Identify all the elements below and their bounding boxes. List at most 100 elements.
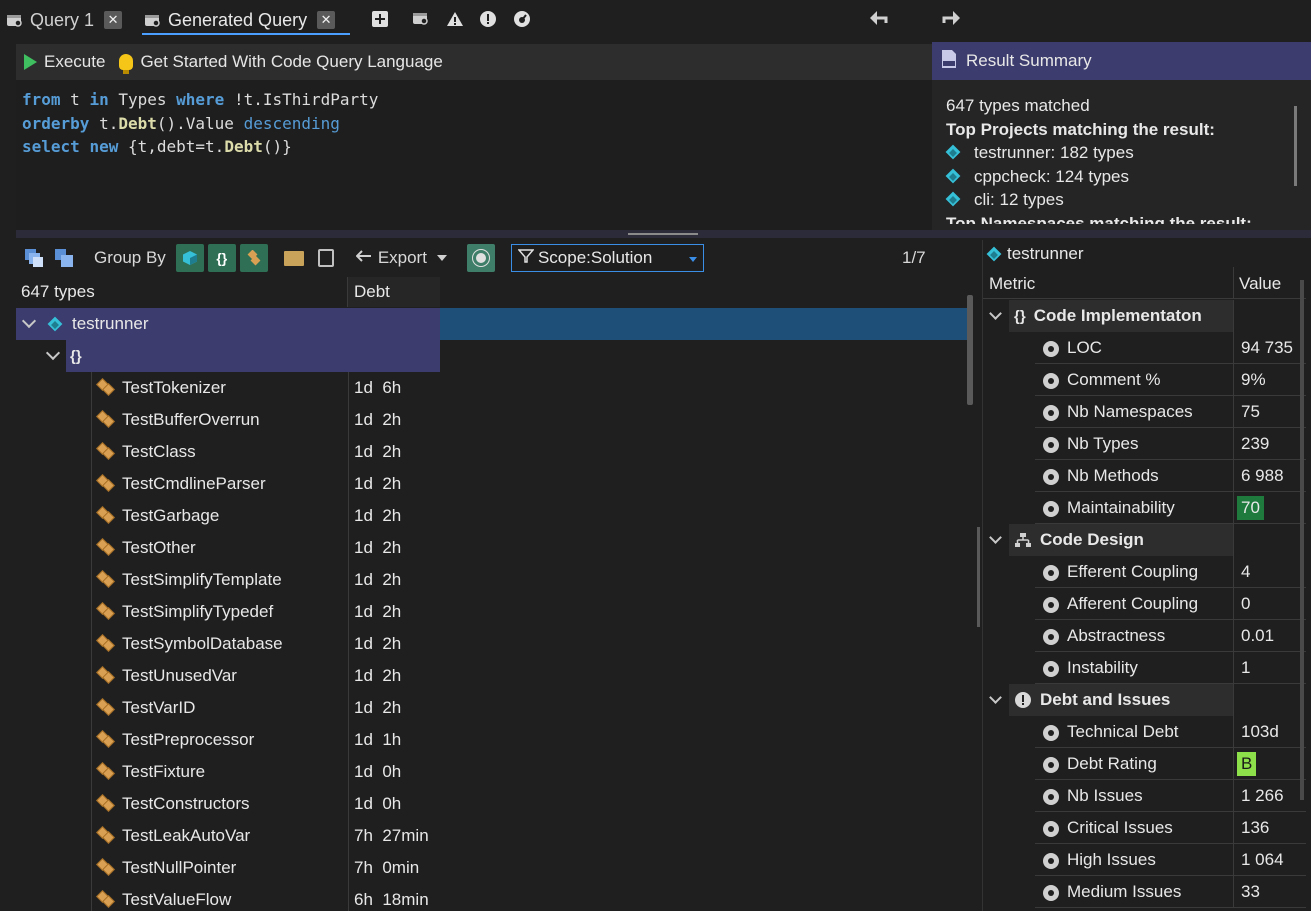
- summary-scrollbar[interactable]: [1294, 106, 1297, 186]
- group-by-type-button[interactable]: [239, 244, 268, 272]
- table-row[interactable]: TestFixture 1d 0h: [16, 756, 972, 788]
- dashboard-icon[interactable]: [512, 9, 532, 29]
- column-divider: [1233, 844, 1234, 876]
- chevron-down-icon[interactable]: [989, 530, 1002, 544]
- metric-row[interactable]: Medium Issues 33: [983, 876, 1306, 908]
- grid-scrollbar[interactable]: [967, 295, 973, 405]
- close-icon[interactable]: ✕: [104, 11, 123, 29]
- table-row[interactable]: TestSimplifyTypedef 1d 2h: [16, 596, 972, 628]
- metric-row[interactable]: Maintainability 70: [983, 492, 1306, 524]
- project-item[interactable]: cli: 12 types: [946, 188, 1297, 212]
- metric-row[interactable]: LOC 94 735: [983, 332, 1306, 364]
- table-row[interactable]: TestCmdlineParser 1d 2h: [16, 468, 972, 500]
- type-name: TestFixture: [122, 762, 206, 781]
- metrics-scrollbar[interactable]: [1300, 280, 1304, 800]
- group-by-namespace-button[interactable]: {}: [207, 244, 236, 272]
- table-row[interactable]: TestUnusedVar 1d 2h: [16, 660, 972, 692]
- metric-row[interactable]: Abstractness 0.01: [983, 620, 1306, 652]
- gauge-icon: [1043, 757, 1059, 773]
- metric-label-cell: Maintainability: [1043, 492, 1175, 524]
- metric-row[interactable]: Debt Rating B: [983, 748, 1306, 780]
- column-header-debt[interactable]: Debt: [348, 277, 440, 307]
- previous-page-icon[interactable]: [868, 9, 888, 32]
- metric-label: Comment %: [1067, 370, 1161, 389]
- table-row[interactable]: TestClass 1d 2h: [16, 436, 972, 468]
- metric-value: 1: [1241, 658, 1251, 677]
- scope-dropdown[interactable]: Scope:Solution: [510, 244, 704, 272]
- table-row[interactable]: TestTokenizer 1d 6h: [16, 372, 972, 404]
- column-header-value[interactable]: Value: [1239, 274, 1281, 294]
- metric-row[interactable]: High Issues 1 064: [983, 844, 1306, 876]
- table-row[interactable]: TestOther 1d 2h: [16, 532, 972, 564]
- class-icon: [96, 538, 116, 557]
- metric-group-row[interactable]: {} Code Implementaton: [983, 300, 1306, 332]
- metric-row[interactable]: Nb Methods 6 988: [983, 460, 1306, 492]
- close-icon[interactable]: ✕: [317, 11, 336, 29]
- execute-button[interactable]: Execute: [24, 52, 105, 72]
- get-started-button[interactable]: Get Started With Code Query Language: [119, 52, 443, 74]
- metric-row[interactable]: Nb Namespaces 75: [983, 396, 1306, 428]
- horizontal-splitter[interactable]: [16, 230, 1311, 238]
- tab-query-1[interactable]: Query 1 ✕: [6, 6, 123, 34]
- type-cell: TestVarID: [96, 692, 195, 724]
- tab-label: Query 1: [30, 9, 95, 30]
- column-header-metric[interactable]: Metric: [989, 274, 1035, 294]
- table-row[interactable]: TestVarID 1d 2h: [16, 692, 972, 724]
- warning-icon[interactable]: [445, 9, 465, 29]
- new-query-icon[interactable]: [370, 9, 390, 29]
- metric-row[interactable]: Efferent Coupling 4: [983, 556, 1306, 588]
- metric-group-row[interactable]: Code Design: [983, 524, 1306, 556]
- collapse-all-icon[interactable]: [54, 248, 74, 268]
- table-row[interactable]: TestBufferOverrun 1d 2h: [16, 404, 972, 436]
- metric-row[interactable]: Nb Types 239: [983, 428, 1306, 460]
- search-query-icon[interactable]: [411, 9, 431, 29]
- metric-row[interactable]: Comment % 9%: [983, 364, 1306, 396]
- gauge-icon: [1043, 629, 1059, 645]
- next-page-icon[interactable]: [942, 9, 962, 32]
- metric-group-row[interactable]: Debt and Issues: [983, 684, 1306, 716]
- chevron-down-icon[interactable]: [21, 313, 37, 329]
- error-icon[interactable]: [478, 9, 498, 29]
- column-divider: [1233, 428, 1234, 460]
- export-button[interactable]: Export: [355, 248, 447, 268]
- metric-row[interactable]: Nb Issues 1 266: [983, 780, 1306, 812]
- group-label-cell: {} Code Implementaton: [989, 300, 1202, 332]
- metric-label-cell: Abstractness: [1043, 620, 1165, 652]
- table-row[interactable]: TestPreprocessor 1d 1h: [16, 724, 972, 756]
- metric-row[interactable]: Technical Debt 103d: [983, 716, 1306, 748]
- metric-row[interactable]: Afferent Coupling 0: [983, 588, 1306, 620]
- metric-view-button[interactable]: [466, 244, 495, 272]
- type-name: TestPreprocessor: [122, 730, 255, 749]
- column-divider: [348, 372, 349, 911]
- debt-cell: 1d 2h: [354, 442, 402, 461]
- table-row[interactable]: TestValueFlow 6h 18min: [16, 884, 972, 911]
- table-row[interactable]: TestConstructors 1d 0h: [16, 788, 972, 820]
- project-row[interactable]: testrunner: [16, 308, 972, 340]
- table-row[interactable]: TestGarbage 1d 2h: [16, 500, 972, 532]
- expand-all-icon[interactable]: [24, 248, 44, 268]
- code-token: from: [22, 90, 61, 109]
- group-by-project-button[interactable]: [175, 244, 204, 272]
- table-row[interactable]: TestSymbolDatabase 1d 2h: [16, 628, 972, 660]
- project-item[interactable]: cppcheck: 124 types: [946, 165, 1297, 189]
- query-editor[interactable]: from t in Types where !t.IsThirdParty ord…: [16, 80, 932, 230]
- table-row[interactable]: TestSimplifyTemplate 1d 2h: [16, 564, 972, 596]
- column-header-types[interactable]: 647 types: [16, 277, 348, 307]
- namespace-row[interactable]: {}: [16, 340, 972, 372]
- class-icon: [96, 442, 116, 461]
- metric-row[interactable]: Instability 1: [983, 652, 1306, 684]
- chevron-down-icon[interactable]: [45, 345, 61, 361]
- debt-cell: 1d 2h: [354, 570, 402, 589]
- folder-icon[interactable]: [283, 250, 304, 266]
- metric-row[interactable]: Critical Issues 136: [983, 812, 1306, 844]
- chevron-down-icon[interactable]: [989, 306, 1002, 320]
- table-row[interactable]: TestLeakAutoVar 7h 27min: [16, 820, 972, 852]
- document-icon[interactable]: [317, 249, 334, 267]
- metric-label: High Issues: [1067, 850, 1156, 869]
- project-item[interactable]: testrunner: 182 types: [946, 141, 1297, 165]
- panel-splitter[interactable]: [977, 527, 980, 627]
- table-row[interactable]: TestNullPointer 7h 0min: [16, 852, 972, 884]
- chevron-down-icon[interactable]: [989, 690, 1002, 704]
- metric-value: 9%: [1241, 370, 1266, 389]
- tab-generated-query[interactable]: Generated Query ✕: [144, 6, 336, 34]
